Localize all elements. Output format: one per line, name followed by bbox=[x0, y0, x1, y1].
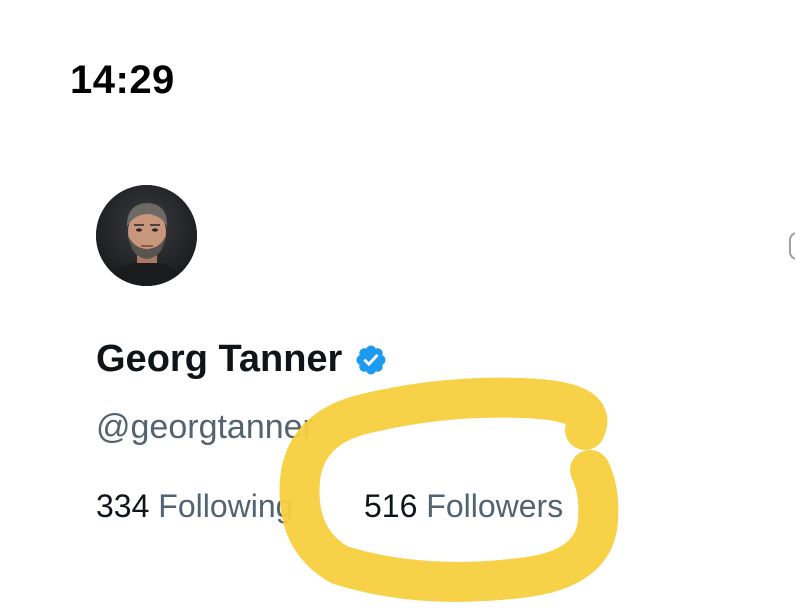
followers-count: 516 bbox=[364, 488, 418, 524]
following-link[interactable]: 334 Following bbox=[96, 488, 293, 525]
avatar[interactable] bbox=[96, 185, 197, 286]
following-count: 334 bbox=[96, 488, 150, 524]
following-label: Following bbox=[158, 488, 294, 524]
name-row: Georg Tanner bbox=[96, 338, 388, 381]
verified-badge-icon[interactable] bbox=[354, 343, 388, 377]
display-name: Georg Tanner bbox=[96, 338, 343, 380]
followers-label: Followers bbox=[426, 488, 564, 524]
followers-link[interactable]: 516 Followers bbox=[364, 488, 563, 525]
status-bar-time: 14:29 bbox=[70, 58, 175, 102]
follow-stats: 334 Following 516 Followers bbox=[96, 488, 563, 525]
avatar-photo bbox=[96, 185, 197, 286]
user-handle: @georgtanner bbox=[96, 408, 314, 446]
edge-partial-icon bbox=[789, 232, 795, 260]
